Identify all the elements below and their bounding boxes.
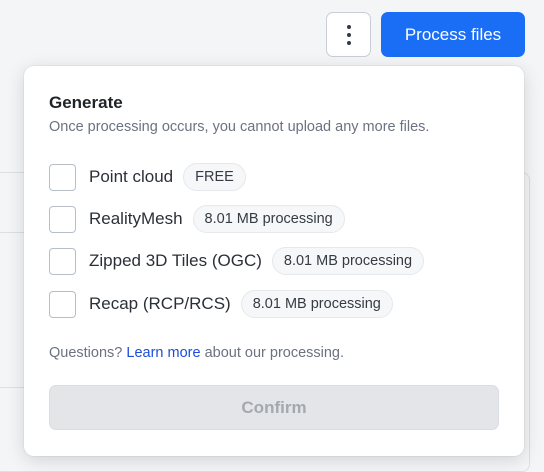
help-suffix: about our processing. <box>205 345 344 361</box>
option-label: Point cloud <box>89 167 173 187</box>
option-badge: 8.01 MB processing <box>241 290 393 318</box>
generate-popover: Generate Once processing occurs, you can… <box>24 66 524 456</box>
option-badge: FREE <box>183 163 246 191</box>
process-files-button[interactable]: Process files <box>381 12 525 57</box>
learn-more-link[interactable]: Learn more <box>126 345 200 361</box>
recap-checkbox[interactable] <box>49 291 76 318</box>
option-badge: 8.01 MB processing <box>193 205 345 233</box>
option-zipped-3d-tiles: Zipped 3D Tiles (OGC) 8.01 MB processing <box>49 247 424 275</box>
vertical-ellipsis-icon <box>347 25 351 45</box>
option-label: Recap (RCP/RCS) <box>89 294 231 314</box>
help-prefix: Questions? <box>49 345 122 361</box>
option-realitymesh: RealityMesh 8.01 MB processing <box>49 205 345 233</box>
more-options-button[interactable] <box>326 12 371 57</box>
confirm-button[interactable]: Confirm <box>49 385 499 430</box>
option-label: Zipped 3D Tiles (OGC) <box>89 251 262 271</box>
option-badge: 8.01 MB processing <box>272 247 424 275</box>
realitymesh-checkbox[interactable] <box>49 206 76 233</box>
popover-subtitle: Once processing occurs, you cannot uploa… <box>49 119 429 135</box>
option-point-cloud: Point cloud FREE <box>49 163 246 191</box>
point-cloud-checkbox[interactable] <box>49 164 76 191</box>
help-text: Questions? Learn more about our processi… <box>49 345 344 361</box>
option-recap: Recap (RCP/RCS) 8.01 MB processing <box>49 290 393 318</box>
popover-title: Generate <box>49 93 123 113</box>
option-label: RealityMesh <box>89 209 183 229</box>
zipped-3d-tiles-checkbox[interactable] <box>49 248 76 275</box>
